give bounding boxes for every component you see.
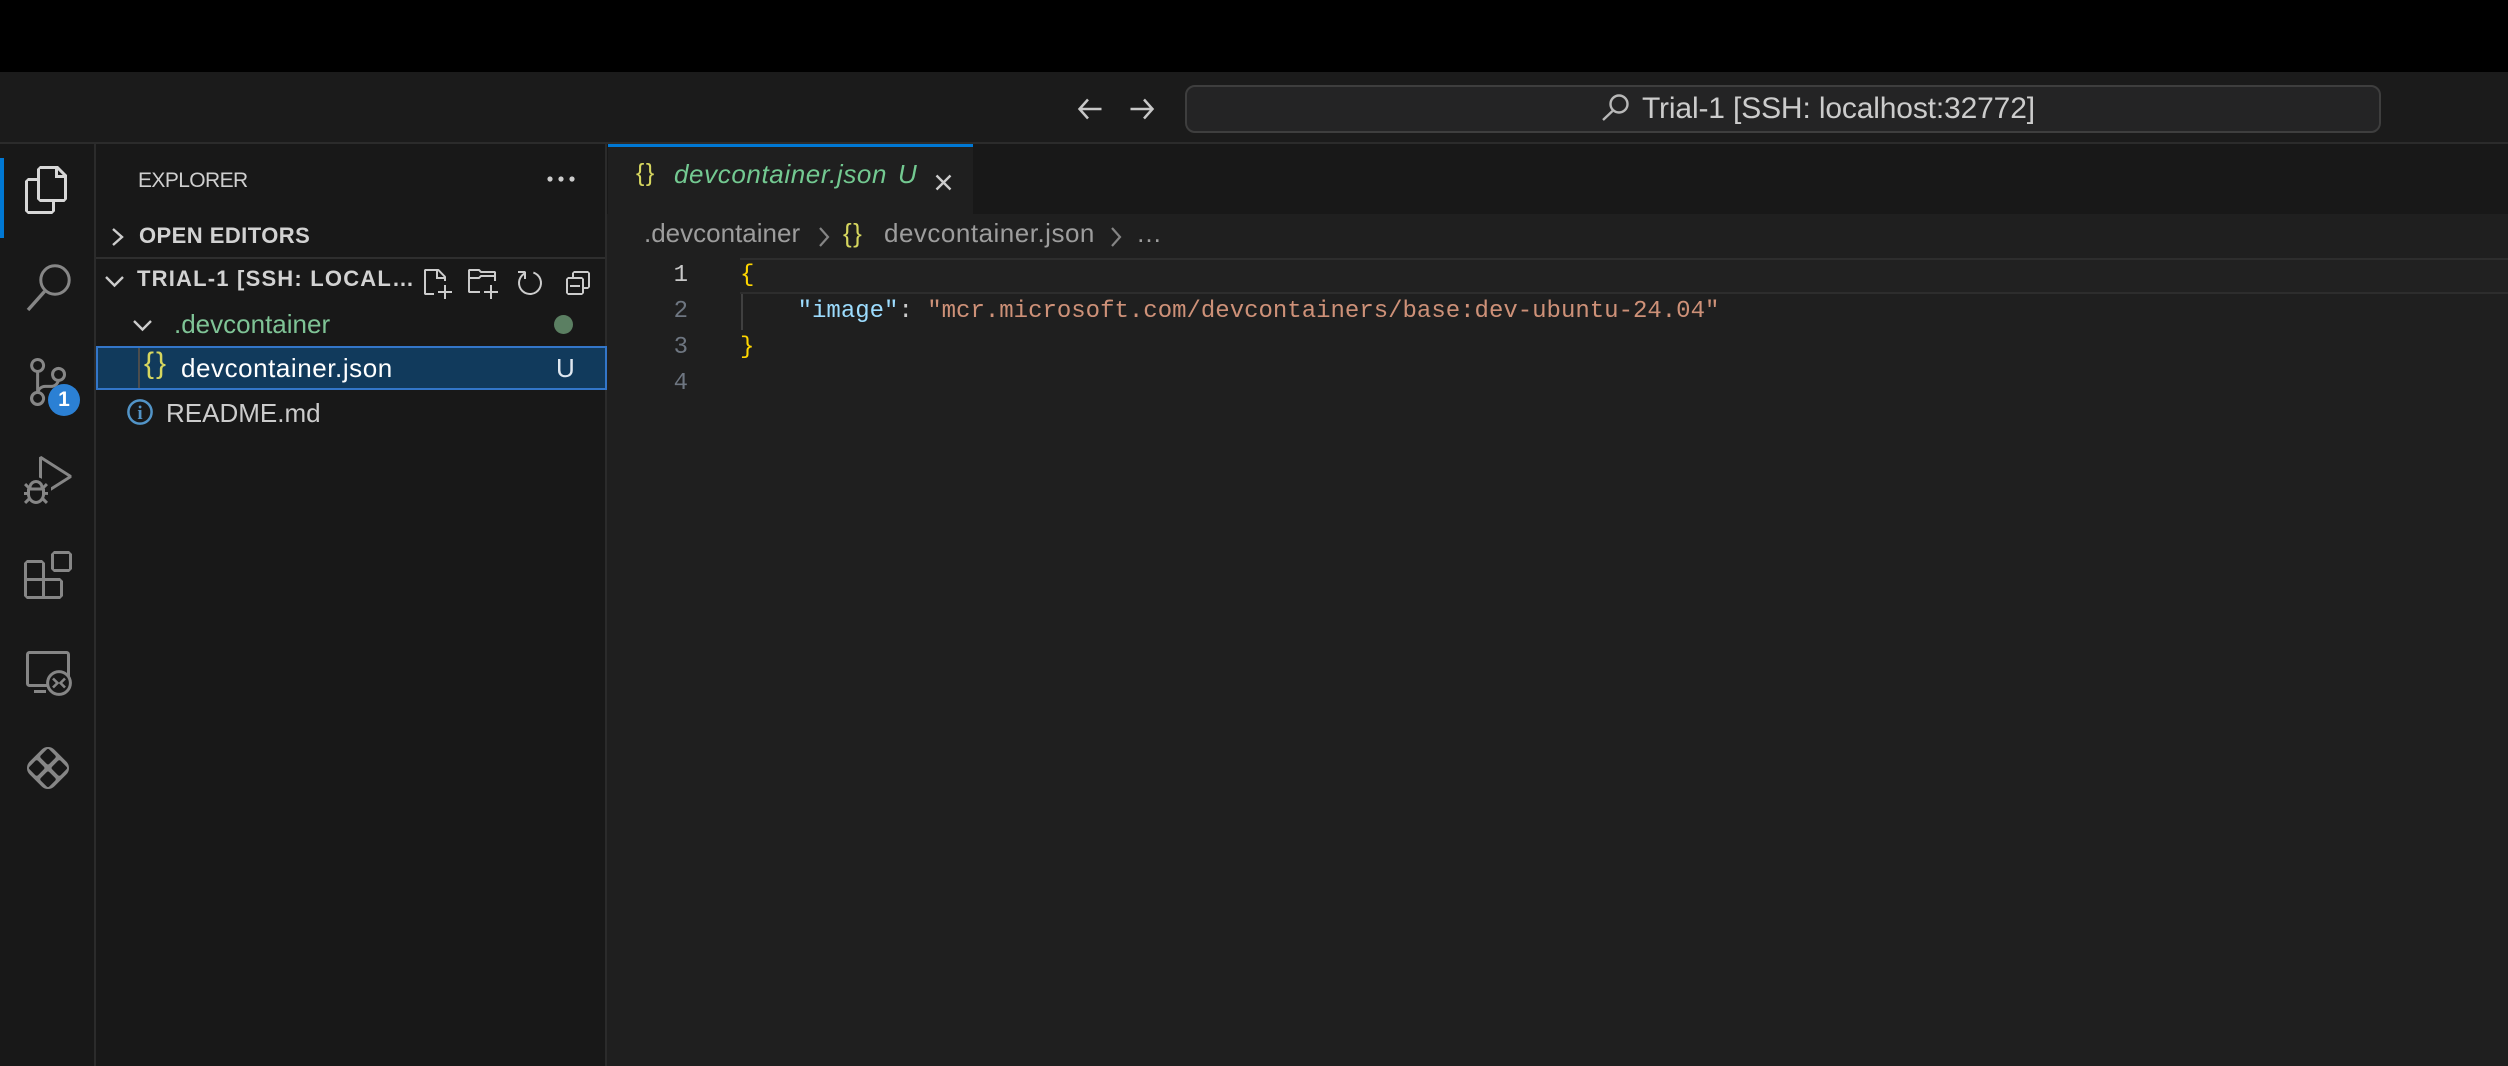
svg-text:i: i [137, 403, 142, 424]
